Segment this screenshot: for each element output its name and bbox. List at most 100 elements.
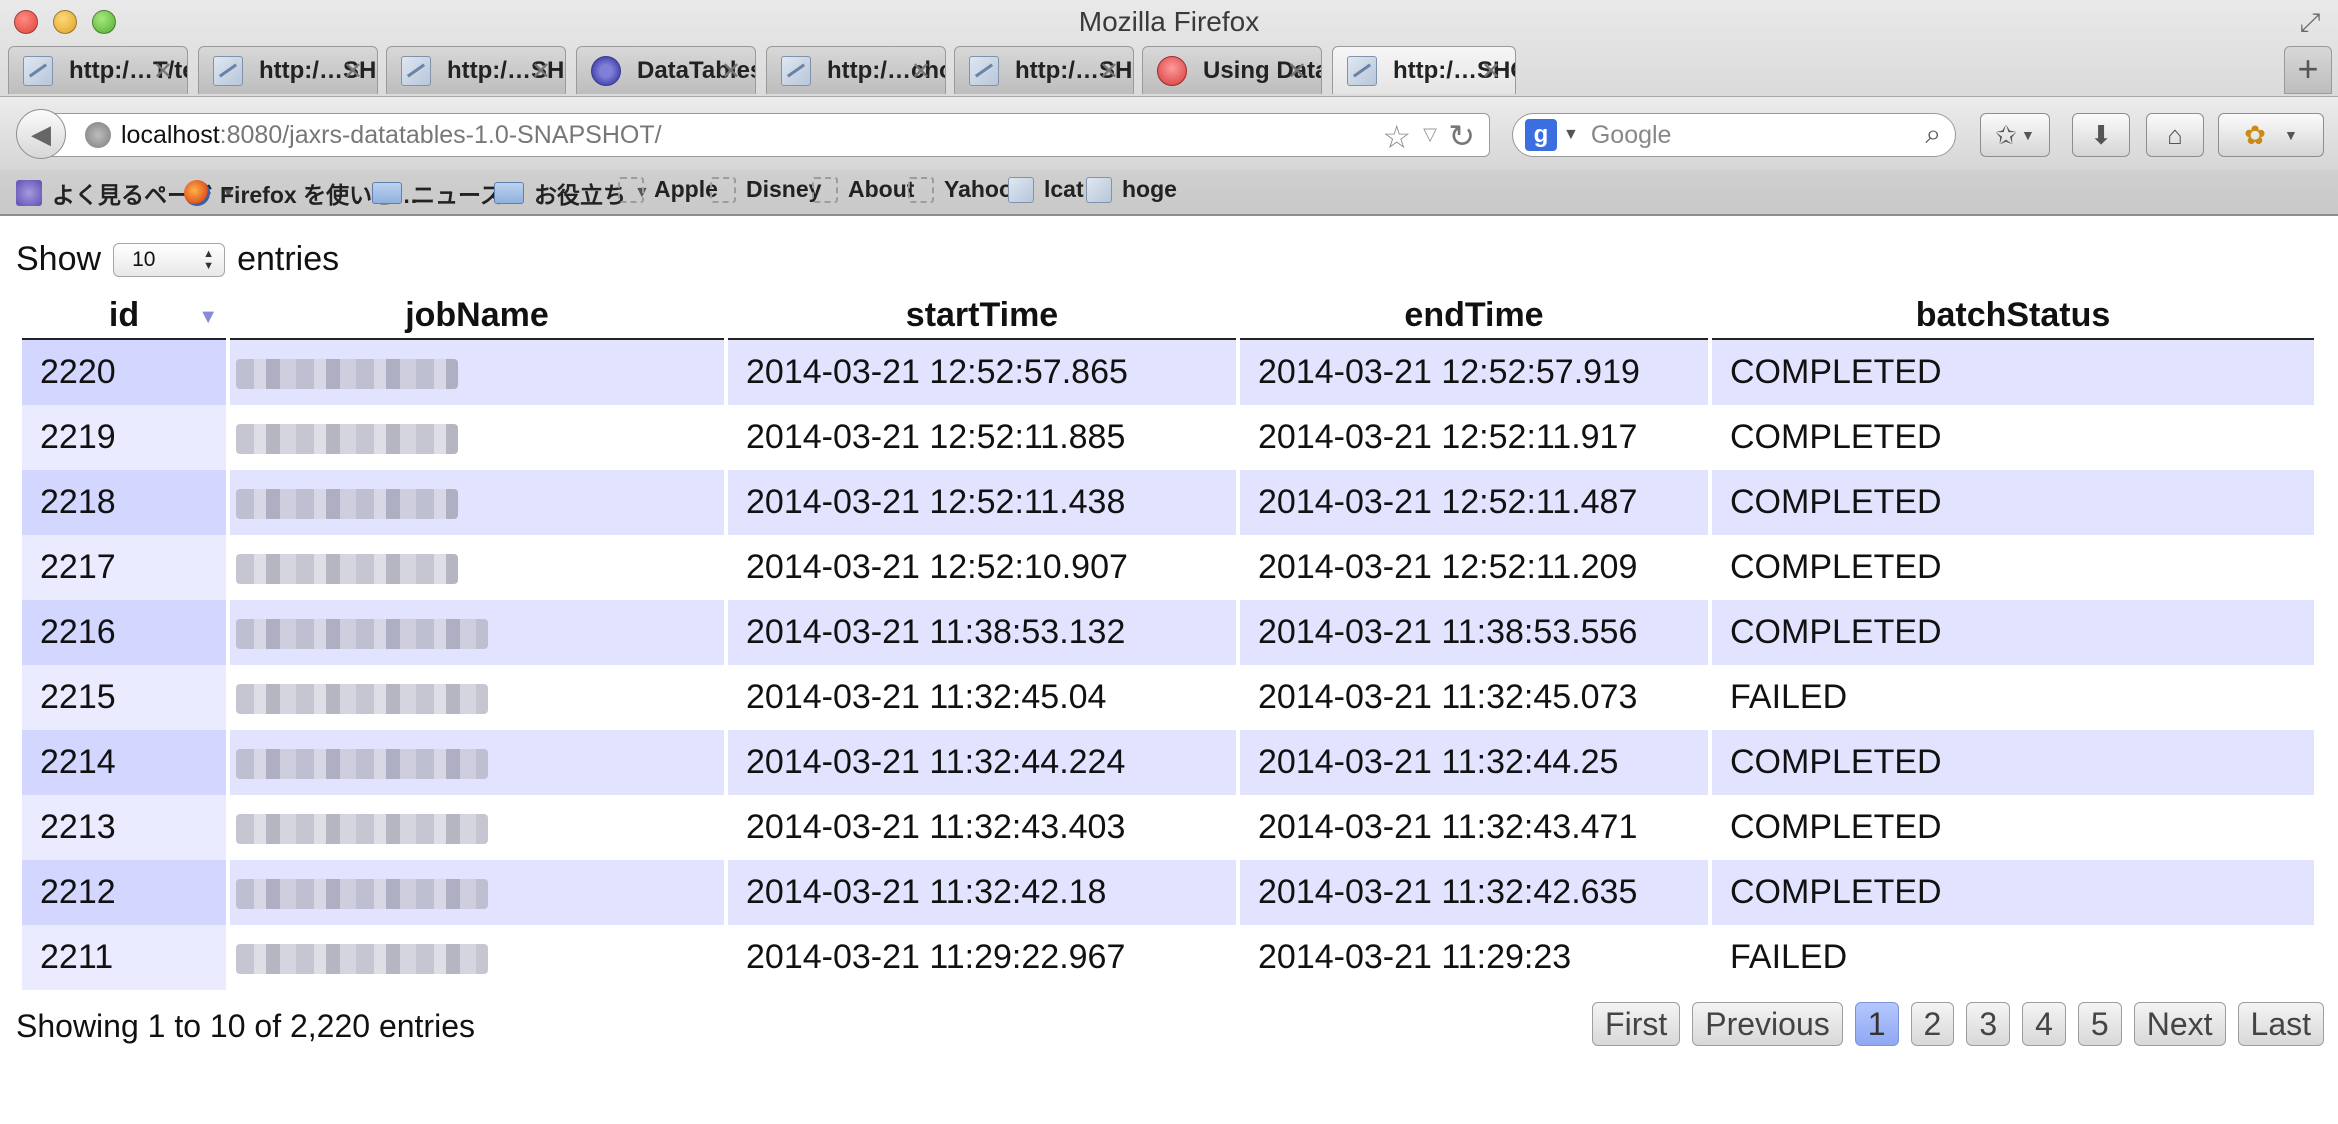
tab-1[interactable]: http:/…T/test✕	[8, 46, 188, 94]
reload-icon[interactable]: ↻	[1448, 117, 1475, 155]
redacted-jobname	[236, 684, 488, 715]
tab-7[interactable]: Using DataT…✕	[1142, 46, 1322, 94]
cell-jobname	[230, 535, 724, 600]
close-tab-icon[interactable]: ✕	[1287, 57, 1307, 86]
cell-endtime: 2014-03-21 11:29:23	[1240, 925, 1708, 990]
bookmark-label: ニュース	[412, 182, 503, 208]
downloads-button[interactable]: ⬇	[2072, 113, 2130, 157]
next-page-button[interactable]: Next	[2133, 1002, 2226, 1046]
close-tab-icon[interactable]: ✕	[721, 57, 741, 86]
bookmark-7[interactable]: About	[812, 176, 914, 203]
tab-5[interactable]: http:/…cho=1✕	[766, 46, 946, 94]
url-bar[interactable]: localhost :8080/jaxrs-datatables-1.0-SNA…	[50, 113, 1490, 157]
column-header-id[interactable]: id ▼	[22, 292, 226, 340]
close-tab-icon[interactable]: ✕	[911, 57, 931, 86]
page-button-5[interactable]: 5	[2077, 1002, 2122, 1046]
cell-endtime: 2014-03-21 11:32:43.471	[1240, 795, 1708, 860]
bookmark-5[interactable]: Apple	[618, 176, 718, 203]
datatables-icon	[591, 55, 621, 86]
table-row[interactable]: 2214 2014-03-21 11:32:44.224 2014-03-21 11…	[22, 730, 2314, 795]
bookmark-star-icon[interactable]: ☆	[1382, 118, 1411, 156]
url-host: localhost	[121, 120, 220, 149]
tab-3[interactable]: http:/…SHOT/✕	[386, 46, 566, 94]
bookmarks-menu-button[interactable]: ✩ ▼	[1980, 113, 2050, 157]
table-row[interactable]: 2216 2014-03-21 11:38:53.132 2014-03-21 11…	[22, 600, 2314, 665]
previous-page-button[interactable]: Previous	[1692, 1002, 1843, 1046]
close-tab-icon[interactable]: ✕	[1099, 57, 1119, 86]
close-tab-icon[interactable]: ✕	[343, 57, 363, 86]
table-row[interactable]: 2212 2014-03-21 11:32:42.18 2014-03-21 11:…	[22, 860, 2314, 925]
cell-endtime: 2014-03-21 12:52:57.919	[1240, 340, 1708, 405]
cell-batchstatus: COMPLETED	[1712, 470, 2314, 535]
tab-8[interactable]: http:/…SHOT/✕	[1332, 46, 1516, 94]
search-bar[interactable]: g ▼ Google ⌕	[1512, 113, 1956, 157]
bookmark-label: hoge	[1122, 176, 1177, 202]
page-button-3[interactable]: 3	[1966, 1002, 2011, 1046]
bookmark-9[interactable]: lcat	[1008, 176, 1084, 203]
page-button-4[interactable]: 4	[2022, 1002, 2066, 1046]
column-header-label: jobName	[405, 295, 549, 334]
table-row[interactable]: 2220 2014-03-21 12:52:57.865 2014-03-21 12…	[22, 340, 2314, 405]
cell-starttime: 2014-03-21 12:52:10.907	[728, 535, 1236, 600]
tab-strip: http:/…SHOT/✕Using DataT…✕http:/…SHOT/✕h…	[0, 46, 2338, 96]
tab-6[interactable]: http:/…SHOT/✕	[954, 46, 1134, 94]
table-row[interactable]: 2218 2014-03-21 12:52:11.438 2014-03-21 12…	[22, 470, 2314, 535]
page-icon	[1086, 176, 1112, 203]
bookmark-8[interactable]: Yahoo!	[908, 176, 1021, 203]
download-arrow-icon: ⬇	[2090, 119, 2112, 150]
new-tab-button[interactable]: +	[2284, 46, 2332, 94]
page-button-2[interactable]: 2	[1910, 1002, 1955, 1046]
ff-icon	[184, 180, 210, 206]
home-button[interactable]: ⌂	[2146, 113, 2204, 157]
cell-jobname	[230, 340, 724, 405]
page-length-select[interactable]: 10 ▲ ▼	[113, 242, 226, 277]
back-button[interactable]: ◀	[16, 109, 66, 159]
cell-id: 2211	[22, 925, 226, 990]
sort-descending-icon: ▼	[198, 306, 218, 328]
bookmark-label: Disney	[746, 176, 822, 202]
bookmark-6[interactable]: Disney	[710, 176, 821, 203]
table-row[interactable]: 2219 2014-03-21 12:52:11.885 2014-03-21 12…	[22, 405, 2314, 470]
table-header-row: id ▼ jobName startTime endTime batchStatus	[22, 292, 2314, 340]
bookmarks-star-icon: ✩	[1995, 119, 2017, 150]
cell-batchstatus: COMPLETED	[1712, 340, 2314, 405]
home-icon: ⌂	[2167, 119, 2183, 150]
tab-2[interactable]: http:/…SHOT/✕	[198, 46, 378, 94]
page-icon	[781, 55, 811, 86]
browser-window: Mozilla Firefox ⤢ http:/…SHOT/✕Using Dat…	[0, 0, 2338, 1124]
close-tab-icon[interactable]: ✕	[531, 57, 551, 86]
chevron-down-icon: ▼	[2020, 127, 2035, 143]
tab-4[interactable]: DataTables …✕	[576, 46, 756, 94]
column-header-endTime[interactable]: endTime	[1240, 292, 1708, 340]
fullscreen-icon[interactable]: ⤢	[2296, 8, 2324, 36]
window-title: Mozilla Firefox	[1078, 6, 1260, 37]
page-icon	[1008, 176, 1034, 203]
red-site-icon	[1157, 55, 1187, 86]
bookmark-10[interactable]: hoge	[1086, 176, 1177, 203]
last-page-button[interactable]: Last	[2237, 1002, 2324, 1046]
table-row[interactable]: 2211 2014-03-21 11:29:22.967 2014-03-21 11…	[22, 925, 2314, 990]
cell-endtime: 2014-03-21 12:52:11.209	[1240, 535, 1708, 600]
cell-starttime: 2014-03-21 12:52:57.865	[728, 340, 1236, 405]
column-header-startTime[interactable]: startTime	[728, 292, 1236, 340]
close-tab-icon[interactable]: ✕	[153, 57, 173, 86]
cell-starttime: 2014-03-21 11:38:53.132	[728, 600, 1236, 665]
page-button-1[interactable]: 1	[1854, 1002, 1899, 1046]
google-icon[interactable]: g	[1525, 119, 1557, 151]
cell-id: 2219	[22, 405, 226, 470]
first-page-button[interactable]: First	[1592, 1002, 1681, 1046]
column-header-jobName[interactable]: jobName	[230, 292, 724, 340]
addon-menu-button[interactable]: ✿ ▼	[2218, 113, 2324, 157]
table-row[interactable]: 2217 2014-03-21 12:52:10.907 2014-03-21 12…	[22, 535, 2314, 600]
table-row[interactable]: 2215 2014-03-21 11:32:45.04 2014-03-21 11:…	[22, 665, 2314, 730]
column-header-batchStatus[interactable]: batchStatus	[1712, 292, 2314, 340]
cell-starttime: 2014-03-21 11:32:45.04	[728, 665, 1236, 730]
cell-endtime: 2014-03-21 11:32:44.25	[1240, 730, 1708, 795]
close-tab-icon[interactable]: ✕	[1481, 57, 1501, 86]
blank-icon	[908, 176, 934, 203]
page-icon	[23, 55, 53, 86]
table-row[interactable]: 2213 2014-03-21 11:32:43.403 2014-03-21 11…	[22, 795, 2314, 860]
search-icon[interactable]: ⌕	[1925, 118, 1941, 151]
search-engine-dropdown-icon[interactable]: ▼	[1563, 126, 1579, 144]
url-history-dropdown-icon[interactable]: ▽	[1423, 124, 1437, 145]
